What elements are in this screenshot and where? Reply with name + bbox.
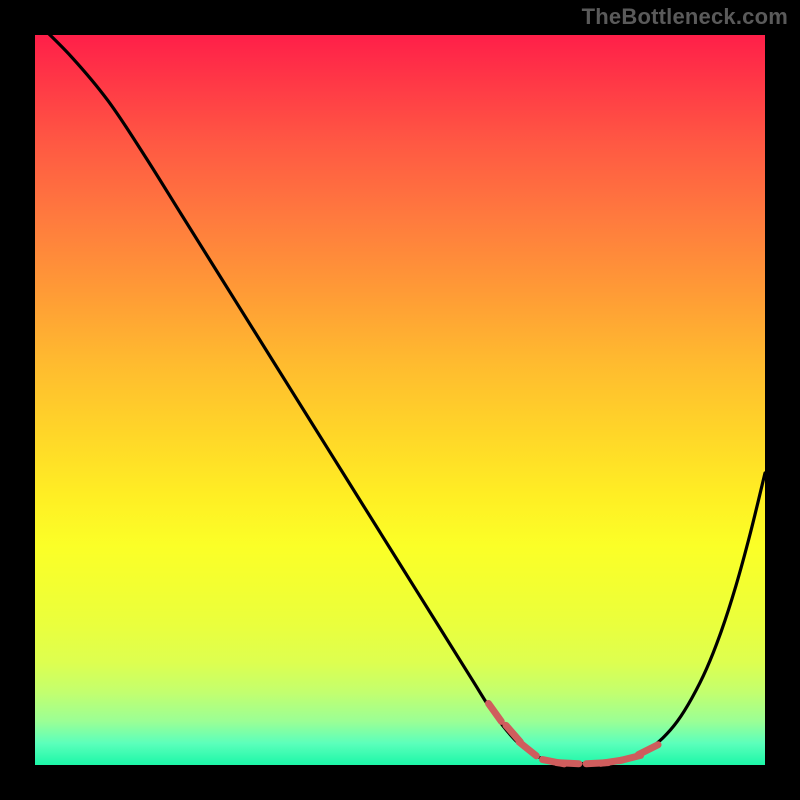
plot-area (35, 35, 765, 765)
curve-layer (35, 35, 765, 765)
attribution-text: TheBottleneck.com (582, 4, 788, 30)
chart-frame: TheBottleneck.com (0, 0, 800, 800)
bottleneck-curve (35, 20, 765, 763)
optimal-marker (519, 742, 536, 756)
optimal-marker (557, 763, 579, 764)
optimal-marker (489, 703, 502, 721)
optimal-marker (638, 745, 658, 755)
optimal-range-markers (489, 703, 659, 763)
